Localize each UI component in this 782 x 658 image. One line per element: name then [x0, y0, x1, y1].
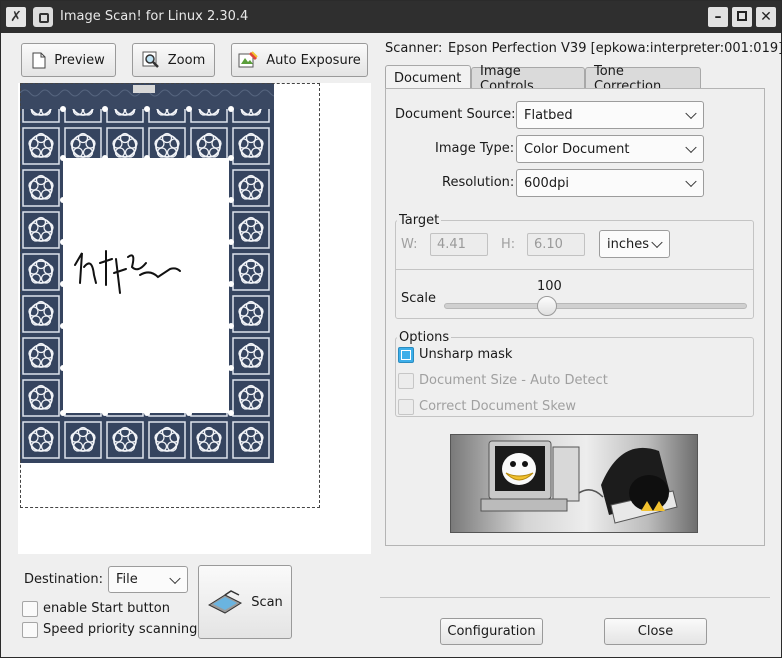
- image-type-value: Color Document: [524, 141, 630, 157]
- scanner-label: Scanner:: [385, 41, 443, 56]
- title-bar: ✗ Image Scan! for Linux 2.30.4 – ✕: [1, 1, 781, 33]
- document-source-label: Document Source:: [395, 107, 516, 122]
- chevron-down-icon: [169, 572, 181, 584]
- auto-exposure-button[interactable]: Auto Exposure: [231, 43, 368, 77]
- window-title: Image Scan! for Linux 2.30.4: [60, 9, 249, 24]
- tab-tone-correction[interactable]: Tone Correction: [585, 64, 701, 94]
- chevron-down-icon: [685, 141, 697, 154]
- target-divider: [396, 269, 753, 270]
- enable-start-label: enable Start button: [43, 601, 170, 616]
- minimize-icon[interactable]: –: [708, 7, 728, 27]
- unsharp-mask-label: Unsharp mask: [419, 347, 513, 362]
- footer-separator: [380, 597, 770, 598]
- preview-label: Preview: [54, 52, 105, 68]
- correct-skew-checkbox[interactable]: [398, 399, 414, 415]
- resolution-value: 600dpi: [524, 175, 569, 191]
- tux-computer-illustration: [480, 440, 678, 524]
- scale-slider-track[interactable]: [444, 303, 747, 309]
- scan-button[interactable]: Scan: [198, 565, 292, 639]
- close-label: Close: [637, 624, 674, 639]
- resolution-select[interactable]: 600dpi: [516, 169, 704, 197]
- enable-start-checkbox[interactable]: [22, 601, 38, 617]
- chevron-down-icon: [685, 107, 697, 120]
- width-input[interactable]: 4.41: [430, 233, 488, 256]
- zoom-button[interactable]: Zoom: [132, 43, 215, 77]
- document-source-value: Flatbed: [524, 107, 573, 123]
- tab-image-controls[interactable]: Image Controls: [471, 64, 585, 94]
- unit-select[interactable]: inches: [599, 230, 670, 258]
- main-window: ✗ Image Scan! for Linux 2.30.4 – ✕ Previ…: [0, 0, 782, 658]
- unit-value: inches: [607, 236, 650, 252]
- height-input[interactable]: 6.10: [527, 233, 585, 256]
- speed-priority-checkbox[interactable]: [22, 622, 38, 638]
- document-size-label: Document Size - Auto Detect: [419, 373, 608, 388]
- close-button[interactable]: Close: [604, 618, 707, 645]
- document-size-checkbox[interactable]: [398, 373, 414, 389]
- tux-scanner-logo: [450, 434, 698, 533]
- target-title: Target: [397, 213, 442, 228]
- destination-select[interactable]: File: [108, 566, 188, 593]
- speed-priority-label: Speed priority scanning: [43, 622, 198, 637]
- configuration-button[interactable]: Configuration: [440, 618, 543, 645]
- auto-exposure-icon: [238, 51, 258, 68]
- page-icon: [32, 52, 46, 68]
- zoom-label: Zoom: [167, 52, 206, 68]
- scale-label: Scale: [401, 291, 436, 306]
- chevron-down-icon: [685, 175, 697, 188]
- scanner-icon: [208, 590, 243, 614]
- document-source-select[interactable]: Flatbed: [516, 101, 704, 129]
- auto-exposure-label: Auto Exposure: [266, 52, 361, 68]
- scale-slider-handle[interactable]: [537, 296, 557, 316]
- scanner-value: Epson Perfection V39 [epkowa:interpreter…: [448, 41, 782, 56]
- unsharp-mask-checkbox[interactable]: [398, 347, 414, 363]
- options-title: Options: [397, 330, 452, 345]
- scan-area-selection[interactable]: [20, 83, 320, 508]
- image-type-label: Image Type:: [435, 141, 515, 156]
- height-label: H:: [501, 237, 516, 252]
- window-menu-icon[interactable]: [33, 7, 53, 27]
- destination-value: File: [116, 572, 138, 587]
- destination-label: Destination:: [24, 572, 103, 587]
- tab-document[interactable]: Document: [385, 65, 471, 90]
- chevron-down-icon: [651, 236, 663, 249]
- image-type-select[interactable]: Color Document: [516, 135, 704, 163]
- app-icon[interactable]: ✗: [6, 7, 26, 27]
- scale-value: 100: [537, 279, 562, 294]
- correct-skew-label: Correct Document Skew: [419, 399, 577, 414]
- width-label: W:: [401, 237, 418, 252]
- close-window-icon[interactable]: ✕: [756, 7, 776, 27]
- scan-label: Scan: [251, 594, 283, 610]
- configuration-label: Configuration: [447, 624, 536, 639]
- preview-button[interactable]: Preview: [21, 43, 116, 77]
- maximize-icon[interactable]: [732, 7, 752, 27]
- magnifier-icon: [142, 51, 159, 68]
- resolution-label: Resolution:: [442, 175, 515, 190]
